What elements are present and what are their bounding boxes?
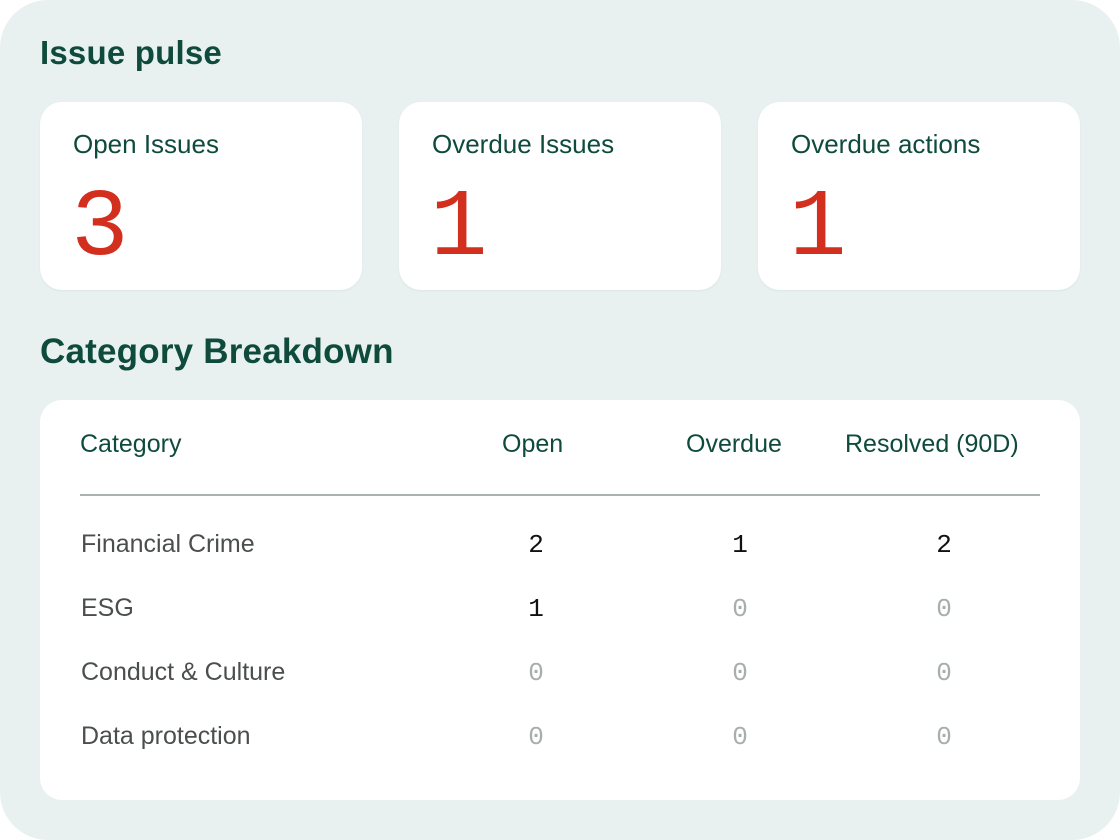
overdue-count-cell: 0 <box>732 722 748 752</box>
overdue-count-cell: 0 <box>732 594 748 624</box>
open-issues-value: 3 <box>71 174 129 283</box>
open-count-cell: 0 <box>528 722 544 752</box>
category-breakdown-title: Category Breakdown <box>40 332 394 371</box>
category-cell: Financial Crime <box>81 530 255 558</box>
open-count-cell: 1 <box>528 594 544 624</box>
category-breakdown-table: Category Open Overdue Resolved (90D) Fin… <box>40 400 1080 800</box>
overdue-issues-card[interactable]: Overdue Issues 1 <box>399 102 721 290</box>
column-header-category: Category <box>80 430 182 458</box>
overdue-issues-label: Overdue Issues <box>432 129 615 159</box>
open-count-cell: 0 <box>528 658 544 688</box>
resolved-count-cell: 0 <box>936 722 952 752</box>
open-count-cell: 2 <box>528 530 544 560</box>
resolved-count-cell: 2 <box>936 530 952 560</box>
overdue-actions-card[interactable]: Overdue actions 1 <box>758 102 1080 290</box>
issue-pulse-title: Issue pulse <box>40 34 222 71</box>
table-row[interactable]: ESG 1 0 0 <box>40 578 1080 642</box>
category-cell: Data protection <box>81 722 251 750</box>
open-issues-card[interactable]: Open Issues 3 <box>40 102 362 290</box>
overdue-issues-value: 1 <box>430 174 488 283</box>
table-row[interactable]: Conduct & Culture 0 0 0 <box>40 642 1080 706</box>
column-header-resolved: Resolved (90D) <box>845 430 1019 458</box>
header-divider <box>80 494 1040 496</box>
resolved-count-cell: 0 <box>936 594 952 624</box>
open-issues-label: Open Issues <box>73 129 219 159</box>
overdue-count-cell: 0 <box>732 658 748 688</box>
overdue-actions-value: 1 <box>789 174 847 283</box>
table-row[interactable]: Financial Crime 2 1 2 <box>40 514 1080 578</box>
column-header-overdue: Overdue <box>686 430 782 458</box>
column-header-open: Open <box>502 430 564 458</box>
category-cell: ESG <box>81 594 134 622</box>
category-cell: Conduct & Culture <box>81 658 286 686</box>
overdue-count-cell: 1 <box>732 530 748 560</box>
dashboard-panel: Issue pulse Open Issues 3 Overdue Issues… <box>0 0 1120 840</box>
overdue-actions-label: Overdue actions <box>791 129 981 159</box>
table-row[interactable]: Data protection 0 0 0 <box>40 706 1080 770</box>
resolved-count-cell: 0 <box>936 658 952 688</box>
